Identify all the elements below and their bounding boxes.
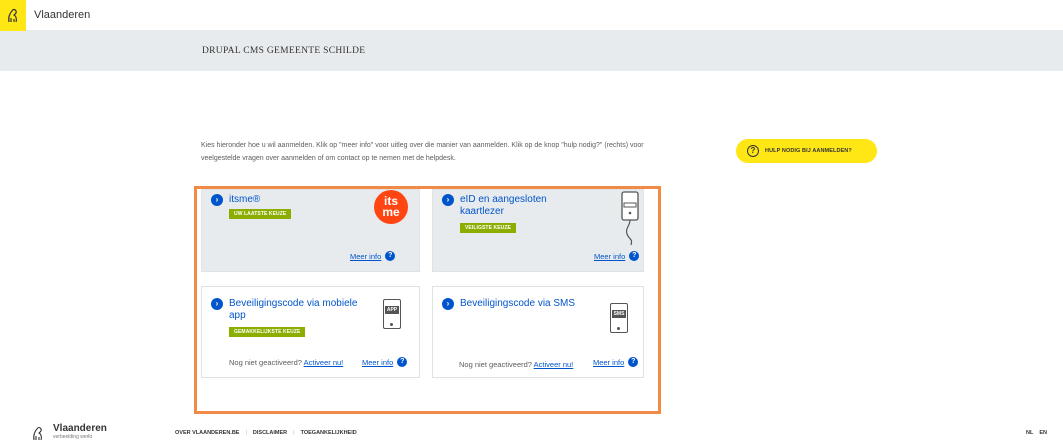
help-button[interactable]: ? HULP NODIG BIJ AANMELDEN? (736, 139, 877, 163)
separator: | (293, 430, 295, 436)
activate-now-link[interactable]: Activeer nu! (534, 360, 574, 369)
meer-info-label: Meer info (362, 357, 394, 367)
device-tag: APP (385, 306, 399, 314)
option-eid-title[interactable]: eID en aangesloten kaartlezer (460, 194, 580, 218)
help-icon[interactable]: ? (397, 357, 408, 367)
option-eid[interactable]: › eID en aangesloten kaartlezer VEILIGST… (432, 189, 644, 272)
sms-meer-info-link[interactable]: Meer info ? (593, 357, 639, 367)
device-tag: SMS (612, 310, 626, 318)
site-title: DRUPAL CMS GEMEENTE SCHILDE (202, 46, 366, 56)
help-icon[interactable]: ? (628, 357, 639, 367)
itsme-meer-info-link[interactable]: Meer info ? (350, 251, 396, 261)
footer-logo[interactable]: Vlaanderen verbeelding werkt (31, 424, 107, 446)
card-reader-icon (619, 190, 641, 251)
lang-en[interactable]: EN (1039, 430, 1047, 436)
option-mobile-app-title[interactable]: Beveiligingscode via mobiele app (229, 298, 369, 322)
top-bar: Vlaanderen (0, 0, 1063, 31)
phone-icon: SMS (610, 303, 628, 333)
chevron-right-icon: › (442, 298, 454, 310)
option-itsme-title[interactable]: itsme® (229, 194, 260, 206)
help-button-label: HULP NODIG BIJ AANMELDEN? (765, 148, 852, 154)
activation-text: Nog niet geactiveerd? Activeer nu! (229, 358, 343, 367)
flanders-lion-icon[interactable] (0, 0, 26, 31)
last-choice-badge: UW LAATSTE KEUZE (229, 209, 292, 219)
language-switcher: NL EN (1026, 430, 1047, 436)
help-icon[interactable]: ? (385, 251, 396, 261)
meer-info-label: Meer info (594, 251, 626, 261)
itsme-logo: its me (374, 190, 408, 224)
phone-icon: APP (383, 299, 401, 329)
option-sms-title[interactable]: Beveiligingscode via SMS (460, 298, 575, 310)
footer-tagline: verbeelding werkt (53, 434, 93, 440)
home-button (390, 323, 393, 326)
activate-now-link[interactable]: Activeer nu! (304, 358, 344, 367)
mobile-app-meer-info-link[interactable]: Meer info ? (362, 357, 408, 367)
footer-link-accessibility[interactable]: TOEGANKELIJKHEID (301, 430, 357, 436)
flanders-lion-icon (31, 424, 45, 446)
not-activated-label: Nog niet geactiveerd? (229, 358, 302, 367)
footer-link-about[interactable]: OVER VLAANDEREN.BE (175, 430, 239, 436)
topbar-title[interactable]: Vlaanderen (34, 9, 90, 21)
chevron-right-icon: › (211, 194, 223, 206)
footer-brand: Vlaanderen (53, 423, 107, 434)
help-icon[interactable]: ? (629, 251, 640, 261)
footer-brand-block: Vlaanderen verbeelding werkt (53, 423, 107, 441)
home-button (617, 327, 620, 330)
intro-text: Kies hieronder hoe u wil aanmelden. Klik… (201, 142, 644, 162)
header-band: DRUPAL CMS GEMEENTE SCHILDE (0, 31, 1063, 71)
activation-text: Nog niet geactiveerd? Activeer nu! (459, 360, 573, 369)
chevron-right-icon: › (442, 194, 454, 206)
separator: | (245, 430, 247, 436)
eid-meer-info-link[interactable]: Meer info ? (594, 251, 640, 261)
lang-nl[interactable]: NL (1026, 430, 1033, 436)
question-circle-icon: ? (747, 145, 759, 157)
option-mobile-app[interactable]: › Beveiligingscode via mobiele app GEMAK… (201, 286, 420, 378)
easiest-choice-badge: GEMAKKELIJKSTE KEUZE (229, 327, 306, 337)
safest-choice-badge: VEILIGSTE KEUZE (460, 223, 516, 233)
footer-links: OVER VLAANDEREN.BE | DISCLAIMER | TOEGAN… (175, 430, 357, 436)
not-activated-label: Nog niet geactiveerd? (459, 360, 532, 369)
meer-info-label: Meer info (593, 357, 625, 367)
option-sms[interactable]: › Beveiligingscode via SMS SMS Nog niet … (432, 286, 644, 378)
footer: Vlaanderen verbeelding werkt OVER VLAAND… (0, 421, 1063, 446)
meer-info-label: Meer info (350, 251, 382, 261)
chevron-right-icon: › (211, 298, 223, 310)
footer-link-disclaimer[interactable]: DISCLAIMER (253, 430, 287, 436)
